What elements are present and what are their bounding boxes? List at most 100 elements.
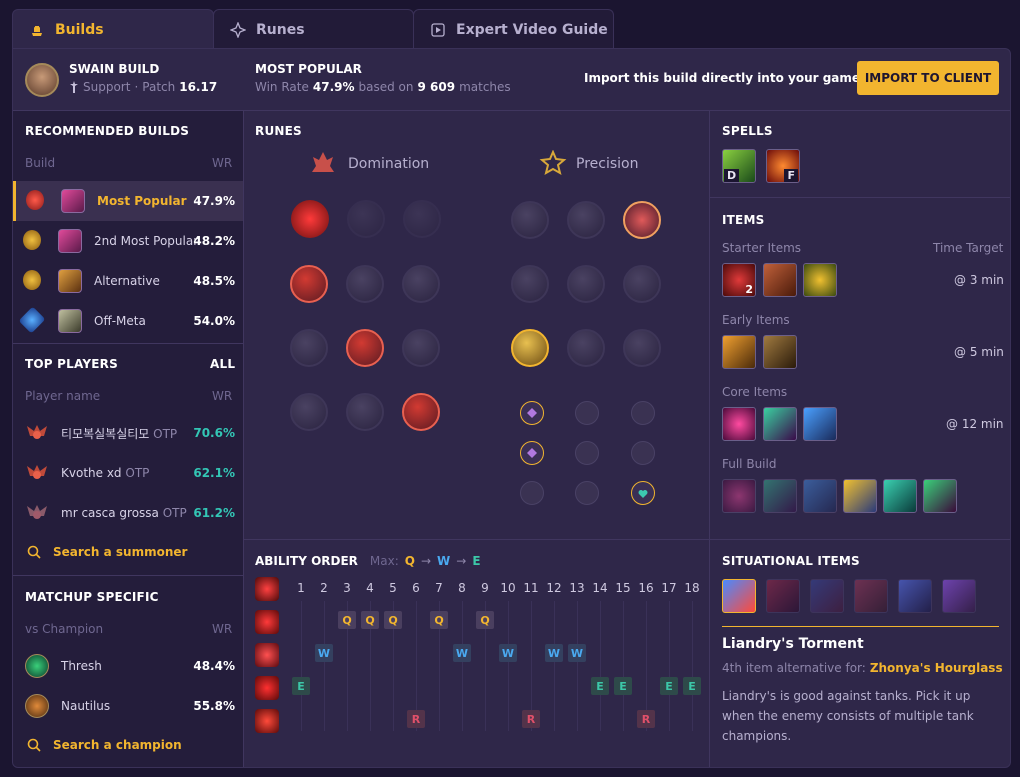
stat-shard[interactable] bbox=[520, 401, 544, 425]
full-item-3-icon bbox=[803, 479, 837, 513]
rune-slot[interactable] bbox=[347, 200, 385, 238]
runes-title: RUNES bbox=[255, 124, 302, 138]
situational-item-icon[interactable] bbox=[898, 579, 932, 613]
build-row-alternative[interactable]: Alternative 48.5% bbox=[13, 261, 243, 301]
electrocute-rune[interactable] bbox=[291, 200, 329, 238]
rune-slot[interactable] bbox=[290, 265, 328, 303]
rune-slot[interactable] bbox=[346, 393, 384, 431]
level-gridline bbox=[577, 601, 578, 731]
rune-slot[interactable] bbox=[623, 201, 661, 239]
rune-slot[interactable] bbox=[567, 265, 605, 303]
tab-label: Runes bbox=[256, 21, 305, 38]
matchup-row-nautilus[interactable]: Nautilus 55.8% bbox=[13, 686, 243, 726]
stat-shard[interactable] bbox=[631, 441, 655, 465]
diamond-icon bbox=[527, 408, 537, 418]
items-title: ITEMS bbox=[722, 213, 765, 227]
rune-slot[interactable] bbox=[511, 201, 549, 239]
build-row-most-popular[interactable]: Most Popular 47.9% bbox=[13, 181, 243, 221]
ward-item-icon bbox=[803, 263, 837, 297]
build-row-off-meta[interactable]: Off-Meta 54.0% bbox=[13, 301, 243, 341]
rune-slot[interactable] bbox=[346, 265, 384, 303]
rune-slot[interactable] bbox=[402, 393, 440, 431]
stat-shard[interactable] bbox=[520, 481, 544, 505]
popular-title: MOST POPULAR bbox=[255, 62, 362, 76]
health-potion-icon: 2 bbox=[722, 263, 756, 297]
rune-slot[interactable] bbox=[511, 329, 549, 367]
tab-builds[interactable]: Builds bbox=[12, 9, 214, 49]
tab-expert-video-guide[interactable]: Expert Video Guide bbox=[413, 9, 614, 49]
flash-spell-icon: F bbox=[766, 149, 800, 183]
rune-slot[interactable] bbox=[290, 329, 328, 367]
domination-tree-icon bbox=[312, 152, 334, 172]
ability-level-q: Q bbox=[361, 611, 379, 629]
rune-slot[interactable] bbox=[623, 329, 661, 367]
r-ability-icon bbox=[255, 709, 279, 733]
build-row-2nd-most-popular[interactable]: 2nd Most Popular 48.2% bbox=[13, 221, 243, 261]
popular-stats: Win Rate 47.9% based on 9 609 matches bbox=[255, 80, 511, 94]
player-row[interactable]: 티모복실복실티모 OTP 70.6% bbox=[13, 413, 243, 453]
ability-level-r: R bbox=[407, 710, 425, 728]
champion-avatar bbox=[25, 63, 59, 97]
stat-shard[interactable] bbox=[631, 481, 655, 505]
rune-slot[interactable] bbox=[402, 329, 440, 367]
rune-slot[interactable] bbox=[346, 329, 384, 367]
search-champion-link[interactable]: Search a champion bbox=[27, 738, 182, 752]
stat-shard[interactable] bbox=[631, 401, 655, 425]
situational-title: SITUATIONAL ITEMS bbox=[722, 554, 860, 568]
core-item-2-icon bbox=[763, 407, 797, 441]
level-number: 1 bbox=[297, 581, 305, 595]
stat-shard[interactable] bbox=[575, 441, 599, 465]
stat-shard[interactable] bbox=[575, 401, 599, 425]
wr-col-header: WR bbox=[212, 622, 233, 636]
matchup-title: MATCHUP SPECIFIC bbox=[25, 590, 159, 604]
rune-slot[interactable] bbox=[403, 200, 441, 238]
situational-item-icon[interactable] bbox=[810, 579, 844, 613]
early-time: @ 5 min bbox=[954, 345, 1004, 359]
matches-value: 9 609 bbox=[417, 80, 456, 94]
full-item-6-icon bbox=[923, 479, 957, 513]
player-emblem-icon bbox=[27, 465, 47, 479]
situational-item-icon[interactable] bbox=[766, 579, 800, 613]
rune-slot[interactable] bbox=[402, 265, 440, 303]
rune-slot[interactable] bbox=[567, 329, 605, 367]
stat-shard[interactable] bbox=[575, 481, 599, 505]
level-gridline bbox=[301, 601, 302, 731]
ability-level-e: E bbox=[660, 677, 678, 695]
matchup-row-thresh[interactable]: Thresh 48.4% bbox=[13, 646, 243, 686]
player-row[interactable]: mr casca grossa OTP 61.2% bbox=[13, 493, 243, 533]
import-to-client-button[interactable]: IMPORT TO CLIENT bbox=[857, 61, 999, 95]
divider bbox=[244, 539, 709, 540]
alt-item-link[interactable]: Zhonya's Hourglass bbox=[870, 661, 1003, 675]
full-item-5-icon bbox=[883, 479, 917, 513]
player-row[interactable]: Kvothe xd OTP 62.1% bbox=[13, 453, 243, 493]
item-icon bbox=[61, 189, 85, 213]
level-gridline bbox=[324, 601, 325, 731]
liandrys-torment-icon[interactable] bbox=[722, 579, 756, 613]
level-gridline bbox=[508, 601, 509, 731]
top-players-all-link[interactable]: ALL bbox=[210, 357, 235, 371]
q-ability-icon bbox=[255, 610, 279, 634]
level-gridline bbox=[692, 601, 693, 731]
search-summoner-link[interactable]: Search a summoner bbox=[27, 545, 187, 559]
stat-shard[interactable] bbox=[520, 441, 544, 465]
ability-level-q: Q bbox=[476, 611, 494, 629]
tab-runes[interactable]: Runes bbox=[213, 9, 414, 49]
situational-item-icon[interactable] bbox=[854, 579, 888, 613]
exhaust-spell-icon: D bbox=[722, 149, 756, 183]
level-number: 10 bbox=[500, 581, 516, 595]
situational-description: Liandry's is good against tanks. Pick it… bbox=[722, 689, 974, 743]
situational-item-icon[interactable] bbox=[942, 579, 976, 613]
level-gridline bbox=[462, 601, 463, 731]
divider bbox=[710, 539, 1010, 540]
level-number: 5 bbox=[389, 581, 397, 595]
situational-alt: 4th item alternative for: Zhonya's Hourg… bbox=[722, 661, 1003, 675]
support-icon bbox=[70, 81, 78, 93]
item-icon bbox=[58, 309, 82, 333]
builds-icon bbox=[32, 25, 42, 36]
rune-slot[interactable] bbox=[623, 265, 661, 303]
rune-slot[interactable] bbox=[511, 265, 549, 303]
rune-slot[interactable] bbox=[290, 393, 328, 431]
situational-item-name: Liandry's Torment bbox=[722, 636, 864, 652]
secondary-tree-label: Precision bbox=[576, 156, 639, 172]
rune-slot[interactable] bbox=[567, 201, 605, 239]
